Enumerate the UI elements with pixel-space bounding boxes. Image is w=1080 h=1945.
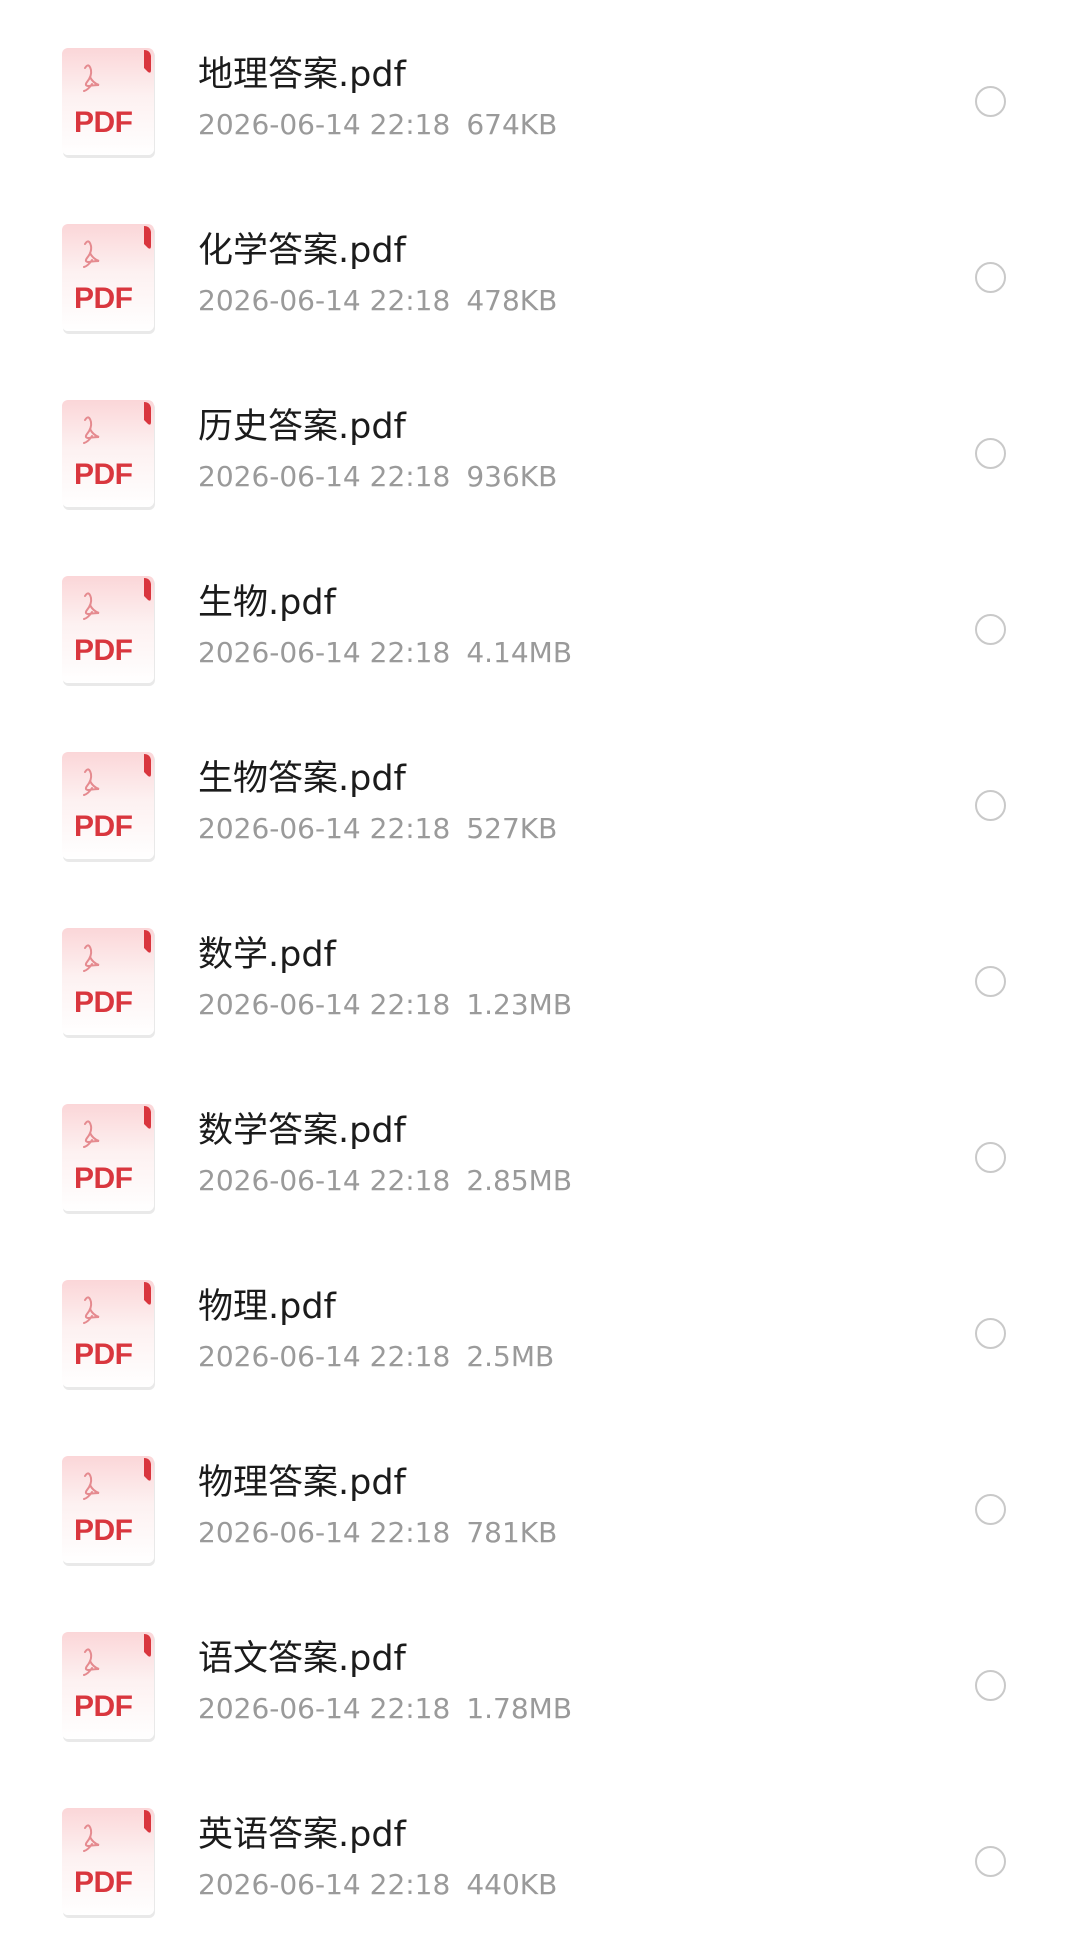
pdf-file-icon: PDF [62, 400, 157, 512]
file-date: 2026-06-14 22:18 [198, 1692, 451, 1725]
file-meta: 2026-06-14 22:18 4.14MB [198, 635, 572, 671]
file-list-item[interactable]: PDF 生物.pdf 2026-06-14 22:18 4.14MB [0, 528, 1080, 704]
pdf-file-icon: PDF [62, 1456, 157, 1568]
svg-text:PDF: PDF [74, 634, 133, 667]
svg-text:PDF: PDF [74, 458, 133, 491]
select-radio[interactable] [975, 1142, 1006, 1173]
file-list-item[interactable]: PDF 语文答案.pdf 2026-06-14 22:18 1.78MB [0, 1584, 1080, 1760]
file-name: 语文答案.pdf [198, 1639, 406, 1679]
file-size: 781KB [466, 1516, 558, 1549]
file-date: 2026-06-14 22:18 [198, 1868, 451, 1901]
svg-text:PDF: PDF [74, 282, 133, 315]
select-radio[interactable] [975, 790, 1006, 821]
file-size: 4.14MB [466, 636, 573, 669]
svg-text:PDF: PDF [74, 1338, 133, 1371]
pdf-file-icon: PDF [62, 576, 157, 688]
select-radio[interactable] [975, 438, 1006, 469]
file-name: 英语答案.pdf [198, 1815, 406, 1855]
file-size: 2.85MB [466, 1164, 573, 1197]
pdf-file-icon: PDF [62, 224, 157, 336]
pdf-file-icon: PDF [62, 1104, 157, 1216]
file-list-item[interactable]: PDF 化学答案.pdf 2026-06-14 22:18 478KB [0, 176, 1080, 352]
file-list-item[interactable]: PDF 历史答案.pdf 2026-06-14 22:18 936KB [0, 352, 1080, 528]
file-size: 2.5MB [466, 1340, 555, 1373]
file-name: 化学答案.pdf [198, 231, 406, 271]
file-date: 2026-06-14 22:18 [198, 988, 451, 1021]
file-meta: 2026-06-14 22:18 674KB [198, 107, 557, 143]
file-meta: 2026-06-14 22:18 2.5MB [198, 1339, 554, 1375]
select-radio[interactable] [975, 262, 1006, 293]
file-date: 2026-06-14 22:18 [198, 1516, 451, 1549]
file-date: 2026-06-14 22:18 [198, 636, 451, 669]
file-size: 478KB [466, 284, 558, 317]
file-size: 527KB [466, 812, 558, 845]
file-name: 数学.pdf [198, 935, 336, 975]
pdf-file-icon: PDF [62, 1808, 157, 1920]
file-date: 2026-06-14 22:18 [198, 1164, 451, 1197]
file-list-item[interactable]: PDF 地理答案.pdf 2026-06-14 22:18 674KB [0, 0, 1080, 176]
file-date: 2026-06-14 22:18 [198, 1340, 451, 1373]
file-size: 674KB [466, 108, 558, 141]
file-list-item[interactable]: PDF 物理.pdf 2026-06-14 22:18 2.5MB [0, 1232, 1080, 1408]
svg-text:PDF: PDF [74, 1690, 133, 1723]
svg-text:PDF: PDF [74, 106, 133, 139]
file-meta: 2026-06-14 22:18 781KB [198, 1515, 557, 1551]
select-radio[interactable] [975, 1494, 1006, 1525]
file-name: 物理答案.pdf [198, 1463, 406, 1503]
pdf-file-icon: PDF [62, 48, 157, 160]
pdf-file-icon: PDF [62, 928, 157, 1040]
svg-text:PDF: PDF [74, 1866, 133, 1899]
file-name: 数学答案.pdf [198, 1111, 406, 1151]
file-name: 物理.pdf [198, 1287, 336, 1327]
select-radio[interactable] [975, 1318, 1006, 1349]
file-size: 1.23MB [466, 988, 573, 1021]
svg-text:PDF: PDF [74, 810, 133, 843]
svg-text:PDF: PDF [74, 1514, 133, 1547]
select-radio[interactable] [975, 1670, 1006, 1701]
file-date: 2026-06-14 22:18 [198, 284, 451, 317]
file-meta: 2026-06-14 22:18 936KB [198, 459, 557, 495]
svg-text:PDF: PDF [74, 986, 133, 1019]
file-meta: 2026-06-14 22:18 478KB [198, 283, 557, 319]
select-radio[interactable] [975, 86, 1006, 117]
pdf-file-icon: PDF [62, 1632, 157, 1744]
file-meta: 2026-06-14 22:18 527KB [198, 811, 557, 847]
pdf-file-icon: PDF [62, 1280, 157, 1392]
select-radio[interactable] [975, 614, 1006, 645]
file-list-item[interactable]: PDF 生物答案.pdf 2026-06-14 22:18 527KB [0, 704, 1080, 880]
file-name: 生物答案.pdf [198, 759, 406, 799]
file-list: PDF 地理答案.pdf 2026-06-14 22:18 674KB PDF … [0, 0, 1080, 1945]
pdf-file-icon: PDF [62, 752, 157, 864]
file-meta: 2026-06-14 22:18 440KB [198, 1867, 557, 1903]
file-meta: 2026-06-14 22:18 1.78MB [198, 1691, 572, 1727]
file-name: 历史答案.pdf [198, 407, 406, 447]
file-size: 1.78MB [466, 1692, 573, 1725]
file-size: 440KB [466, 1868, 558, 1901]
file-name: 地理答案.pdf [198, 55, 406, 95]
file-date: 2026-06-14 22:18 [198, 108, 451, 141]
svg-text:PDF: PDF [74, 1162, 133, 1195]
file-meta: 2026-06-14 22:18 2.85MB [198, 1163, 572, 1199]
file-list-item[interactable]: PDF 数学答案.pdf 2026-06-14 22:18 2.85MB [0, 1056, 1080, 1232]
file-list-item[interactable]: PDF 数学.pdf 2026-06-14 22:18 1.23MB [0, 880, 1080, 1056]
file-name: 生物.pdf [198, 583, 336, 623]
file-date: 2026-06-14 22:18 [198, 460, 451, 493]
file-list-item[interactable]: PDF 物理答案.pdf 2026-06-14 22:18 781KB [0, 1408, 1080, 1584]
file-size: 936KB [466, 460, 558, 493]
select-radio[interactable] [975, 1846, 1006, 1877]
select-radio[interactable] [975, 966, 1006, 997]
file-meta: 2026-06-14 22:18 1.23MB [198, 987, 572, 1023]
file-date: 2026-06-14 22:18 [198, 812, 451, 845]
file-list-item[interactable]: PDF 英语答案.pdf 2026-06-14 22:18 440KB [0, 1760, 1080, 1936]
